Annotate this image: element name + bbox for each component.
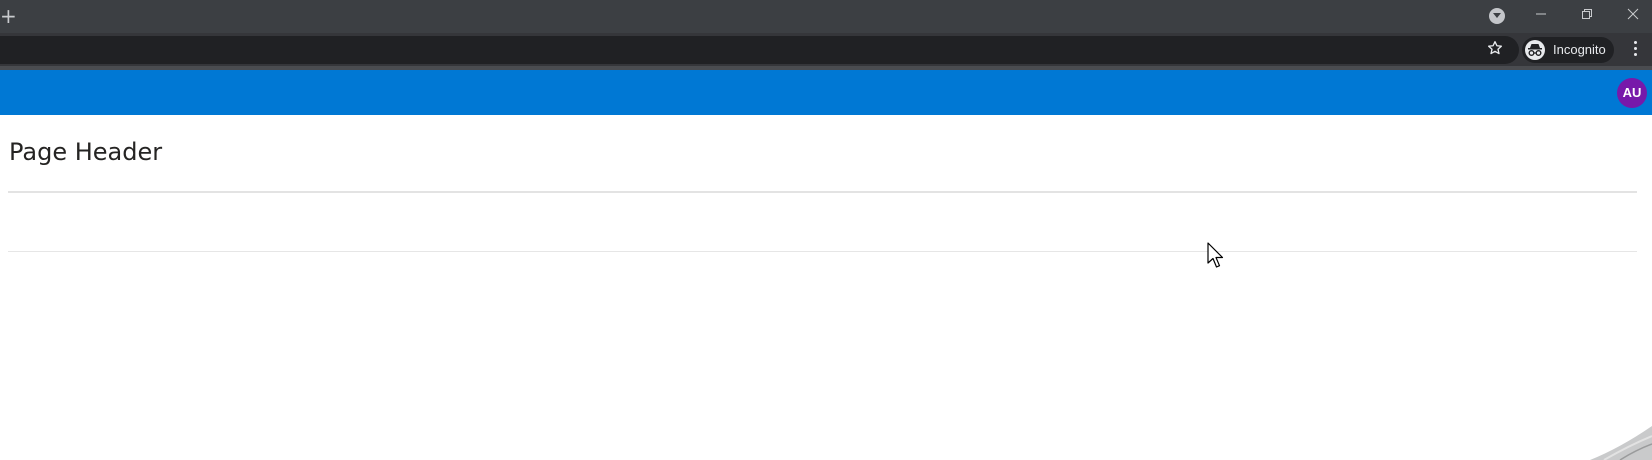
- app-header-bar: AU: [0, 70, 1652, 115]
- minimize-button[interactable]: [1518, 0, 1564, 30]
- star-icon[interactable]: [1487, 40, 1503, 56]
- incognito-profile-button[interactable]: Incognito: [1522, 37, 1614, 63]
- header-divider: [8, 191, 1637, 193]
- close-window-button[interactable]: [1610, 0, 1652, 30]
- browser-toolbar: Incognito: [0, 33, 1652, 67]
- browser-tab-strip: +: [0, 0, 1652, 33]
- restore-icon: [1582, 9, 1592, 19]
- incognito-icon: [1525, 40, 1545, 60]
- incognito-label: Incognito: [1553, 42, 1606, 57]
- tab-search-icon[interactable]: [1489, 8, 1505, 24]
- close-icon: [1627, 8, 1639, 20]
- mouse-cursor-icon: [1207, 242, 1224, 268]
- new-tab-icon[interactable]: +: [0, 4, 17, 28]
- page-title: Page Header: [9, 138, 163, 166]
- menu-kebab-icon[interactable]: [1627, 41, 1643, 59]
- restore-button[interactable]: [1564, 0, 1610, 30]
- user-avatar[interactable]: AU: [1617, 78, 1647, 108]
- decorative-corner-shape: [1590, 426, 1652, 460]
- address-bar[interactable]: [0, 36, 1519, 64]
- minimize-icon: [1536, 13, 1546, 15]
- section-divider: [8, 251, 1637, 252]
